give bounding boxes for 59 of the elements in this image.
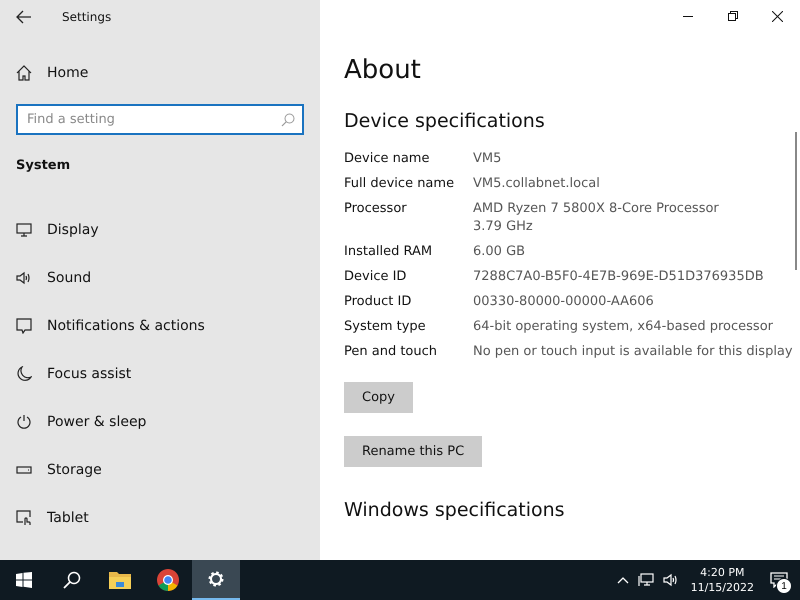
search-icon xyxy=(281,113,295,127)
sidebar-item[interactable]: Sound xyxy=(0,254,320,302)
spec-value: 64-bit operating system, x64-based processor xyxy=(473,318,773,336)
spec-value: AMD Ryzen 7 5800X 8-Core Processor xyxy=(473,200,719,218)
search-icon xyxy=(63,571,81,589)
spec-label: Device ID xyxy=(344,268,408,286)
message-icon xyxy=(770,572,788,588)
restore-icon xyxy=(728,11,738,21)
action-button[interactable]: Rename this PC xyxy=(344,436,482,467)
tablet-icon xyxy=(16,510,32,526)
sidebar-item[interactable]: Display xyxy=(0,206,320,254)
message-icon xyxy=(16,318,32,334)
scrollbar[interactable] xyxy=(795,132,797,270)
search-field[interactable]: Find a setting xyxy=(16,104,304,135)
folder-icon xyxy=(108,570,132,590)
clock[interactable]: 4:20 PM 11/15/2022 xyxy=(690,565,754,595)
action-button[interactable]: Copy xyxy=(344,382,413,413)
page-title: About xyxy=(344,55,422,85)
window-title: Settings xyxy=(62,10,112,24)
sidebar-item[interactable]: Storage xyxy=(0,446,320,494)
chevron-up-icon[interactable] xyxy=(616,576,629,584)
notifications-button[interactable]: 1 xyxy=(764,560,794,600)
spec-label: Pen and touch xyxy=(344,343,438,361)
sidebar-item[interactable]: Focus assist xyxy=(0,350,320,398)
spec-value: VM5 xyxy=(473,150,502,168)
drive-icon xyxy=(16,466,32,474)
browser-icon xyxy=(156,568,180,592)
spec-label: System type xyxy=(344,318,427,336)
spec-value: 6.00 GB xyxy=(473,243,526,261)
close-icon xyxy=(772,10,783,22)
monitor-icon xyxy=(16,223,32,237)
home-icon xyxy=(16,65,32,81)
spec-value: VM5.collabnet.local xyxy=(473,175,600,193)
spec-label: Full device name xyxy=(344,175,456,193)
spec-value: No pen or touch input is available for this display xyxy=(473,343,793,361)
spec-value: 3.79 GHz xyxy=(473,218,534,236)
power-icon xyxy=(16,414,32,430)
spec-label: Processor xyxy=(344,200,408,218)
spec-value: 7288C7A0-B5F0-4E7B-969E-D51D376935DB xyxy=(473,268,764,286)
sidebar-item[interactable]: Power & sleep xyxy=(0,398,320,446)
spec-label: Product ID xyxy=(344,293,412,311)
spec-label: Installed RAM xyxy=(344,243,434,261)
network-icon[interactable] xyxy=(638,573,654,587)
section-title: Windows specifications xyxy=(344,499,566,521)
moon-icon xyxy=(16,366,32,382)
notification-count: 1 xyxy=(776,578,792,594)
section-heading: System xyxy=(16,158,72,173)
windows-logo-icon xyxy=(16,572,32,588)
home-nav-item[interactable]: Home xyxy=(0,49,320,97)
spec-value: 00330-80000-00000-AA606 xyxy=(473,293,654,311)
gear-icon xyxy=(206,569,226,589)
sidebar-item[interactable]: Tablet xyxy=(0,494,320,542)
speaker-icon xyxy=(16,271,32,285)
section-title: Device specifications xyxy=(344,110,546,132)
back-arrow-icon[interactable] xyxy=(16,10,32,24)
taskbar-app-button[interactable] xyxy=(192,560,240,600)
sidebar-item[interactable]: Notifications & actions xyxy=(0,302,320,350)
spec-label: Device name xyxy=(344,150,430,168)
speaker-icon[interactable] xyxy=(662,573,679,587)
